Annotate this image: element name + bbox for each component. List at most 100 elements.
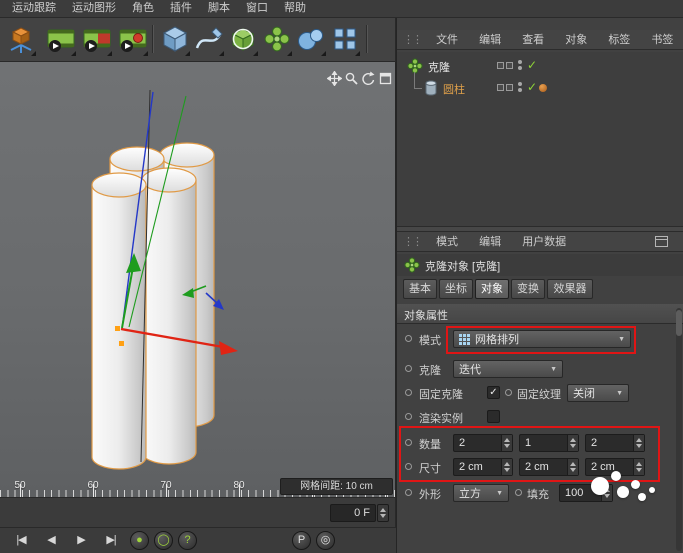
animation-toggle[interactable] xyxy=(405,489,412,496)
om-menu-tags[interactable]: 标签 xyxy=(599,30,639,50)
pen-spline-icon[interactable] xyxy=(192,22,226,58)
material-dot-icon[interactable] xyxy=(539,84,547,92)
scene-3d[interactable] xyxy=(0,62,395,479)
toggle-view-icon[interactable] xyxy=(378,71,393,86)
drag-grip-icon[interactable]: ⋮⋮ xyxy=(397,30,424,50)
record-keyframe-button[interactable]: ● xyxy=(130,531,149,550)
count-x-field[interactable]: 2 xyxy=(453,434,513,452)
handle-dot[interactable] xyxy=(119,341,124,346)
stepper-icon[interactable] xyxy=(501,435,512,451)
size-x-field[interactable]: 2 cm xyxy=(453,458,513,476)
fix-clone-checkbox[interactable]: ✓ xyxy=(487,386,500,399)
frame-stepper[interactable] xyxy=(377,504,389,522)
scrollbar[interactable] xyxy=(676,308,682,551)
om-menu-object[interactable]: 对象 xyxy=(556,30,596,50)
animation-toggle[interactable] xyxy=(405,463,412,470)
animation-toggle[interactable] xyxy=(405,389,412,396)
mode-dropdown[interactable]: 网格排列 ▼ xyxy=(453,330,631,348)
record-position-button[interactable]: ◯ xyxy=(154,531,173,550)
object-row-cylinder[interactable]: 圆柱 ✓ xyxy=(397,78,683,98)
om-menu-file[interactable]: 文件 xyxy=(427,30,467,50)
om-menu-bookmarks[interactable]: 书签 xyxy=(642,30,682,50)
stepper-icon[interactable] xyxy=(633,459,644,475)
menu-script[interactable]: 脚本 xyxy=(200,0,238,17)
visibility-dots[interactable] xyxy=(518,58,522,72)
clones-dropdown[interactable]: 迭代 ▼ xyxy=(453,360,563,378)
zoom-view-icon[interactable] xyxy=(344,71,359,86)
menu-character[interactable]: 角色 xyxy=(124,0,162,17)
coordinate-tool-icon[interactable] xyxy=(4,22,38,58)
layer-toggle[interactable] xyxy=(497,84,504,91)
count-z-field[interactable]: 2 xyxy=(585,434,645,452)
menu-mograph[interactable]: 运动图形 xyxy=(64,0,124,17)
enable-check-icon[interactable]: ✓ xyxy=(527,80,537,94)
pan-view-icon[interactable] xyxy=(327,71,342,86)
animation-toggle[interactable] xyxy=(505,389,512,396)
tab-coordinates[interactable]: 坐标 xyxy=(439,279,473,299)
animation-toggle[interactable] xyxy=(405,335,412,342)
render-instance-checkbox[interactable] xyxy=(487,410,500,423)
tab-transform[interactable]: 变换 xyxy=(511,279,545,299)
visibility-dots[interactable] xyxy=(518,80,522,94)
cylinder-front-left[interactable] xyxy=(92,173,146,469)
layer-toggle[interactable] xyxy=(506,62,513,69)
layer-toggle[interactable] xyxy=(506,84,513,91)
om-menu-edit[interactable]: 编辑 xyxy=(470,30,510,50)
go-to-start-button[interactable]: |◀ xyxy=(8,533,34,546)
animation-toggle[interactable] xyxy=(405,413,412,420)
cylinder-front-right[interactable] xyxy=(142,168,196,464)
count-y-field[interactable]: 1 xyxy=(519,434,579,452)
stepper-icon[interactable] xyxy=(501,459,512,475)
am-menu-user-data[interactable]: 用户数据 xyxy=(513,232,575,252)
am-menu-mode[interactable]: 模式 xyxy=(427,232,467,252)
drag-grip-icon[interactable]: ⋮⋮ xyxy=(397,232,424,252)
point-level-animation-button[interactable]: ◎ xyxy=(316,531,335,550)
play-button[interactable]: ▶ xyxy=(68,533,94,546)
metaball-icon[interactable] xyxy=(294,22,328,58)
previous-frame-button[interactable]: ◀ xyxy=(38,533,64,546)
tab-effectors[interactable]: 效果器 xyxy=(547,279,593,299)
go-to-end-button[interactable]: ▶| xyxy=(98,533,124,546)
stepper-icon[interactable] xyxy=(567,459,578,475)
motion-record-icon[interactable] xyxy=(116,22,150,58)
panel-layout-icon[interactable] xyxy=(655,236,668,250)
enable-check-icon[interactable]: ✓ xyxy=(527,58,537,72)
menu-window[interactable]: 窗口 xyxy=(238,0,276,17)
subdivision-surface-icon[interactable] xyxy=(226,22,260,58)
clones-value: 迭代 xyxy=(459,361,481,377)
am-menu-edit[interactable]: 编辑 xyxy=(470,232,510,252)
size-y-field[interactable]: 2 cm xyxy=(519,458,579,476)
stepper-icon[interactable] xyxy=(567,435,578,451)
cube-primitive-icon[interactable] xyxy=(158,22,192,58)
motion-clip-icon[interactable] xyxy=(44,22,78,58)
property-row-count: 数量 2 1 2 xyxy=(397,432,683,454)
array-grid-icon[interactable] xyxy=(328,22,362,58)
object-row-cloner[interactable]: 克隆 ✓ xyxy=(397,56,683,76)
motion-clip-red-icon[interactable] xyxy=(80,22,114,58)
timeline-bar[interactable]: 0 F xyxy=(0,497,396,527)
layer-toggle[interactable] xyxy=(497,62,504,69)
stepper-icon[interactable] xyxy=(633,435,644,451)
autokey-help-button[interactable]: ? xyxy=(178,531,197,550)
scrollbar-handle[interactable] xyxy=(676,310,682,336)
handle-dot[interactable] xyxy=(115,326,120,331)
object-tree: 克隆 ✓ 圆柱 ✓ xyxy=(397,52,683,226)
object-name[interactable]: 克隆 xyxy=(428,59,450,75)
animation-toggle[interactable] xyxy=(405,365,412,372)
tab-basic[interactable]: 基本 xyxy=(403,279,437,299)
object-name[interactable]: 圆柱 xyxy=(443,81,465,97)
menu-motion-tracking[interactable]: 运动跟踪 xyxy=(4,0,64,17)
animation-toggle[interactable] xyxy=(515,489,522,496)
rotate-view-icon[interactable] xyxy=(361,71,376,86)
om-menu-view[interactable]: 查看 xyxy=(513,30,553,50)
animation-toggle[interactable] xyxy=(405,439,412,446)
parameter-record-button[interactable]: P xyxy=(292,531,311,550)
menu-plugins[interactable]: 插件 xyxy=(162,0,200,17)
form-dropdown[interactable]: 立方 ▼ xyxy=(453,484,509,502)
tab-object[interactable]: 对象 xyxy=(475,279,509,299)
mograph-cloner-icon[interactable] xyxy=(260,22,294,58)
fix-texture-dropdown[interactable]: 关闭 ▼ xyxy=(567,384,629,402)
viewport-3d[interactable]: 50 60 70 80 90 网格间距: 10 cm xyxy=(0,62,396,497)
menu-help[interactable]: 帮助 xyxy=(276,0,314,17)
frame-field[interactable]: 0 F xyxy=(330,504,376,522)
